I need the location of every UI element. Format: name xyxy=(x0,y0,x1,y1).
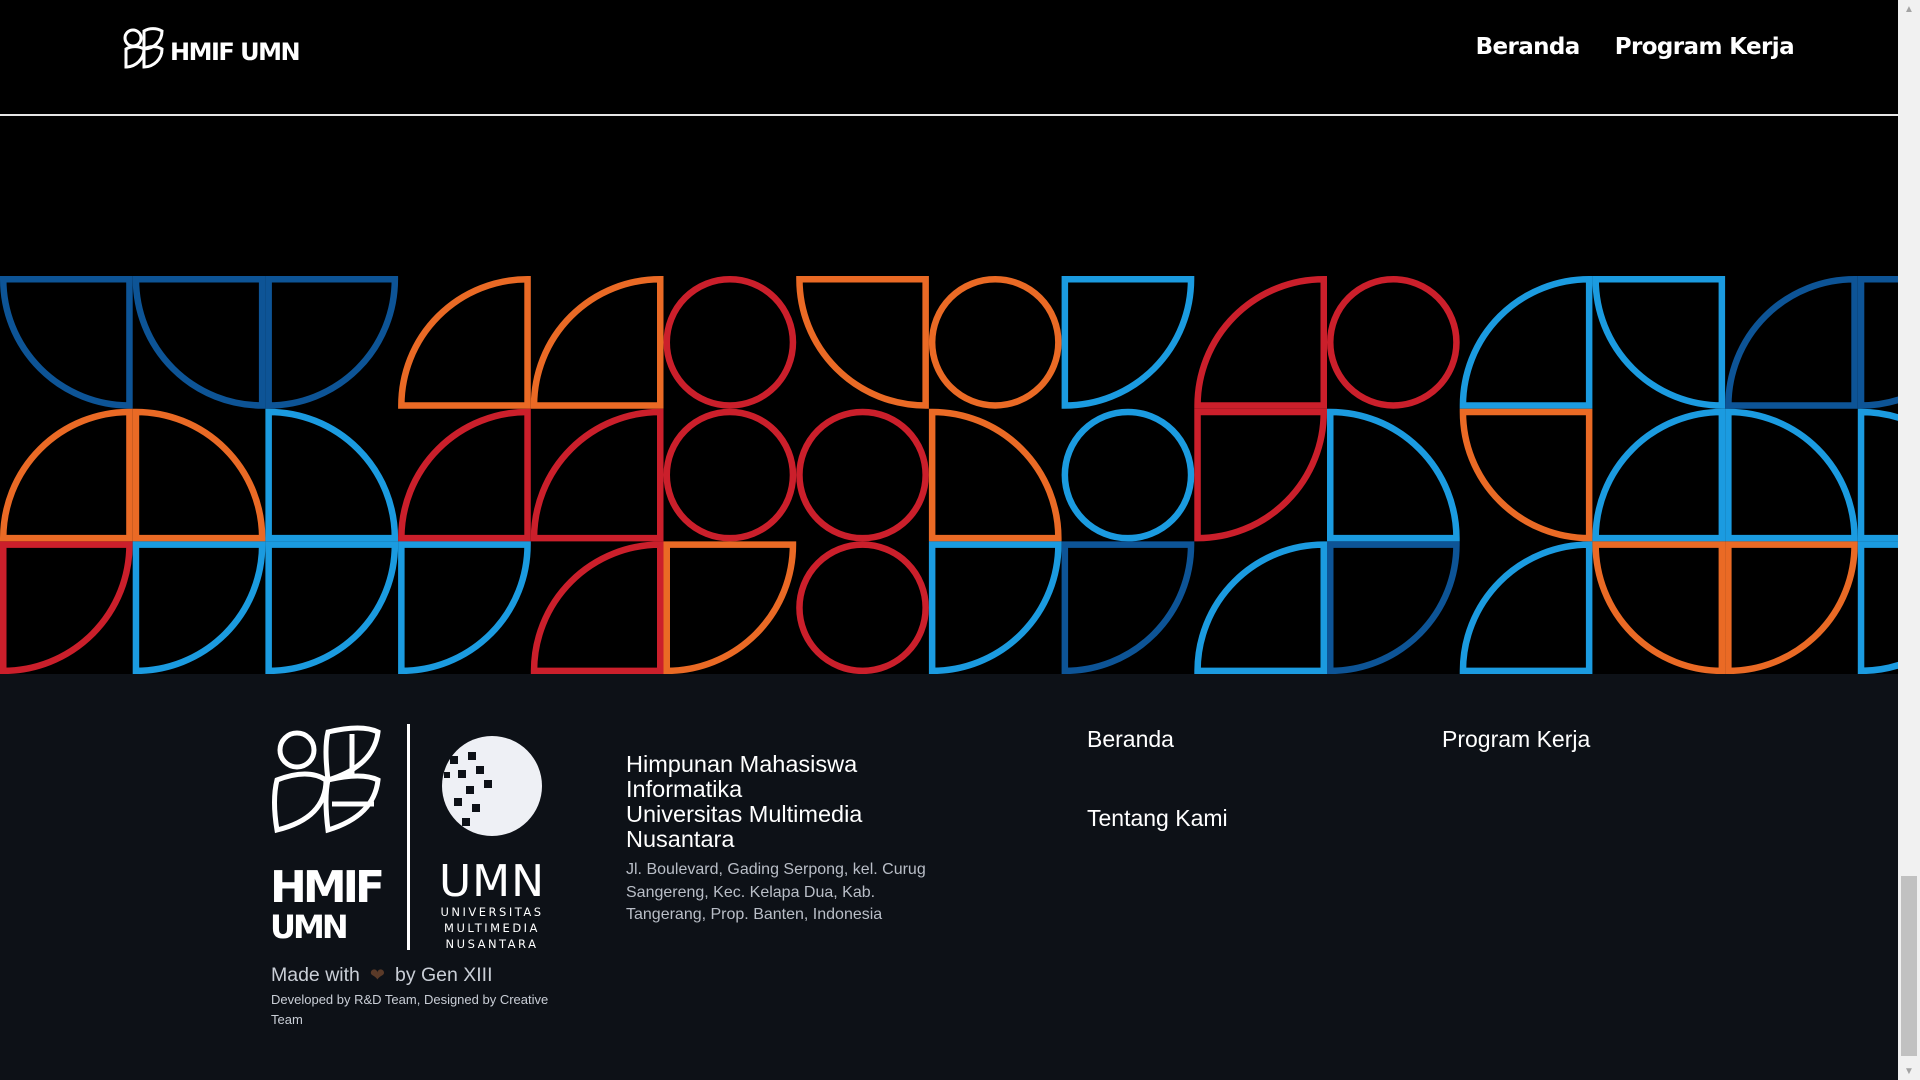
scroll-down-arrow-icon[interactable]: ▼ xyxy=(1898,1062,1920,1080)
organization-name: Himpunan Mahasiswa Informatika Universit… xyxy=(626,752,966,852)
made-with-prefix: Made with xyxy=(271,964,360,986)
pattern-quarter-circle xyxy=(1194,276,1327,409)
organization-address: Jl. Boulevard, Gading Serpong, kel. Curu… xyxy=(626,861,926,923)
umn-logo-sub-3: NUSANTARA xyxy=(446,937,539,950)
page-scrollbar[interactable]: ▲ ▼ xyxy=(1898,0,1920,1080)
pattern-quarter-circle xyxy=(1592,408,1726,542)
footer-logo-lockup: HMIF UMN UMN UNIVERSITAS MULTIMEDIA NUSA… xyxy=(270,724,560,950)
pattern-quarter-circle xyxy=(132,541,266,674)
pattern-quarter-circle xyxy=(1061,541,1195,674)
scrollbar-thumb[interactable] xyxy=(1901,876,1917,1056)
pattern-circle xyxy=(663,276,797,409)
pattern-quarter-circle xyxy=(1592,541,1726,674)
pattern-quarter-circle xyxy=(1194,541,1327,674)
org-name-line: Informatika xyxy=(626,776,743,802)
made-with-suffix: by Gen XIII xyxy=(394,964,493,986)
footer: HMIF UMN UMN UNIVERSITAS MULTIMEDIA NUSA… xyxy=(0,674,1898,1080)
pattern-quarter-circle xyxy=(1857,541,1898,674)
pattern-quarter-circle xyxy=(1327,408,1460,542)
pattern-quarter-circle xyxy=(928,541,1062,674)
footer-link-beranda[interactable]: Beranda xyxy=(1087,726,1174,753)
pattern-quarter-circle xyxy=(132,408,266,542)
pattern-quarter-circle xyxy=(398,408,531,542)
scroll-up-arrow-icon[interactable]: ▲ xyxy=(1898,0,1920,18)
pattern-quarter-circle xyxy=(265,408,399,542)
organization-info: Himpunan Mahasiswa Informatika Universit… xyxy=(626,752,966,927)
brand-text: HMIF UMN xyxy=(170,38,301,66)
pattern-circle xyxy=(796,541,929,674)
pattern-quarter-circle xyxy=(265,276,399,409)
pattern-quarter-circle xyxy=(796,276,929,409)
credits-text: Developed by R&D Team, Designed by Creat… xyxy=(271,992,549,1027)
pattern-quarter-circle xyxy=(0,276,133,409)
hmif-logo-umn: UMN xyxy=(270,908,346,946)
pattern-quarter-circle xyxy=(398,541,531,674)
geometric-pattern-banner xyxy=(0,276,1898,674)
pattern-quarter-circle xyxy=(0,408,133,542)
pattern-circle xyxy=(663,408,797,542)
org-name-line: Nusantara xyxy=(626,826,735,852)
pattern-quarter-circle xyxy=(1194,408,1328,542)
pattern-quarter-circle xyxy=(530,408,664,542)
pattern-quarter-circle xyxy=(1857,408,1898,542)
footer-link-tentang-kami[interactable]: Tentang Kami xyxy=(1087,805,1228,832)
umn-logo-sub-1: UNIVERSITAS xyxy=(440,905,543,919)
pattern-quarter-circle xyxy=(265,541,399,674)
nav-link-program-kerja[interactable]: Program Kerja xyxy=(1615,34,1795,60)
pattern-quarter-circle xyxy=(1459,276,1593,409)
pattern-quarter-circle xyxy=(1327,541,1460,674)
pattern-circle xyxy=(928,276,1062,409)
pattern-quarter-circle xyxy=(928,408,1062,542)
made-with-text: Made with ❤ by Gen XIII xyxy=(271,964,493,987)
pattern-quarter-circle xyxy=(663,541,797,674)
org-name-line: Himpunan Mahasiswa xyxy=(626,751,858,777)
umn-footer-logo: UMN UNIVERSITAS MULTIMEDIA NUSANTARA xyxy=(440,736,545,950)
pattern-quarter-circle xyxy=(0,541,133,674)
umn-logo-word: UMN xyxy=(440,856,545,907)
page: HMIF UMN Beranda Program Kerja HMIF UMN xyxy=(0,0,1898,1080)
hmif-logo-word: HMIF xyxy=(270,862,382,913)
nav-link-beranda[interactable]: Beranda xyxy=(1476,34,1581,60)
pattern-quarter-circle xyxy=(1459,408,1593,542)
org-name-line: Universitas Multimedia xyxy=(626,801,863,827)
pattern-quarter-circle xyxy=(530,541,664,674)
pattern-quarter-circle xyxy=(1725,541,1858,674)
hmif-logo-icon xyxy=(123,27,164,69)
hmif-footer-logo: HMIF UMN xyxy=(270,725,386,946)
pattern-quarter-circle xyxy=(1725,276,1858,409)
footer-link-program-kerja[interactable]: Program Kerja xyxy=(1442,726,1590,753)
umn-logo-sub-2: MULTIMEDIA xyxy=(444,921,540,935)
brand-logo-link[interactable]: HMIF UMN xyxy=(122,27,301,71)
pattern-circle xyxy=(1061,408,1195,542)
pattern-quarter-circle xyxy=(1857,276,1898,409)
pattern-circle xyxy=(796,408,929,542)
pattern-quarter-circle xyxy=(1725,408,1858,542)
heart-icon: ❤ xyxy=(369,965,385,985)
logo-divider xyxy=(407,724,410,950)
navbar: HMIF UMN Beranda Program Kerja xyxy=(0,0,1898,116)
pattern-quarter-circle xyxy=(1459,541,1593,674)
pattern-quarter-circle xyxy=(1592,276,1726,409)
pattern-quarter-circle xyxy=(1061,276,1195,409)
pattern-circle xyxy=(1327,276,1460,409)
pattern-quarter-circle xyxy=(398,276,531,409)
nav-links: Beranda Program Kerja xyxy=(1476,34,1795,60)
pattern-quarter-circle xyxy=(132,276,266,409)
pattern-quarter-circle xyxy=(530,276,664,409)
